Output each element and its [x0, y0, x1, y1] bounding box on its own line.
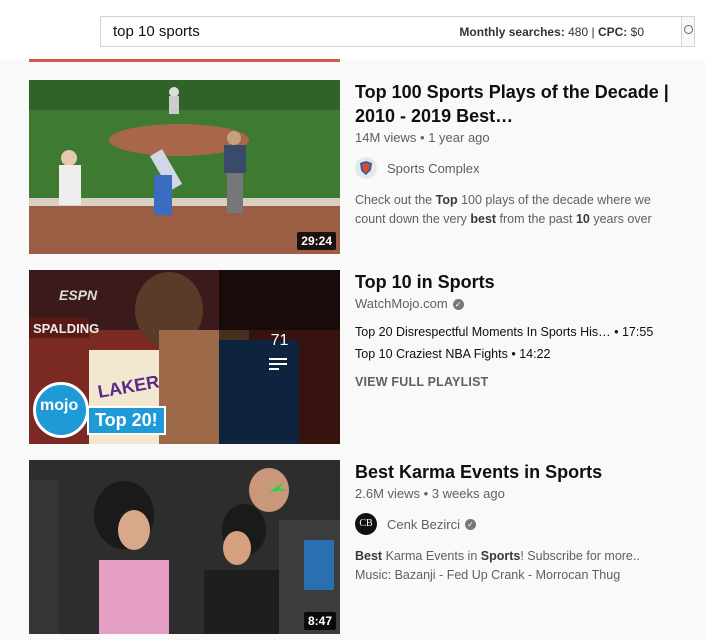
desc-text: Check out the — [355, 193, 436, 207]
monthly-searches-value: 480 — [568, 25, 589, 39]
video-info: Best Karma Events in Sports 2.6M views •… — [355, 460, 695, 585]
playlist-item-duration: 14:22 — [519, 347, 551, 361]
upload-age: 1 year ago — [428, 130, 490, 145]
top-bar: top 10 sports Monthly searches: 480 | CP… — [0, 0, 705, 62]
video-thumbnail[interactable]: 8:47 — [29, 460, 340, 634]
verified-check-icon: ✓ — [464, 518, 476, 530]
watchmojo-logo-text: mojo — [40, 397, 79, 414]
channel-name[interactable]: Cenk Bezirci — [387, 517, 460, 532]
watchmojo-logo-icon: mojo — [33, 382, 89, 438]
view-full-playlist-link[interactable]: VIEW FULL PLAYLIST — [355, 375, 695, 389]
playlist-item-duration: 17:55 — [621, 325, 654, 339]
desc-highlight: best — [470, 212, 497, 226]
desc-highlight: Top — [435, 193, 458, 207]
search-box[interactable]: top 10 sports Monthly searches: 480 | CP… — [100, 16, 695, 47]
playlist-item-title[interactable]: Top 20 Disrespectful Moments In Sports H… — [355, 325, 611, 339]
video-result[interactable]: 29:24 Top 100 Sports Plays of the Decade… — [29, 80, 699, 254]
upload-age: 3 weeks ago — [431, 486, 505, 501]
desc-text: 100 plays of the decade where we — [457, 193, 651, 207]
playlist-result[interactable]: LAKER SPALDING ESPN mojo Top 20! 71 Top … — [29, 270, 699, 444]
video-title[interactable]: Top 100 Sports Plays of the Decade | 201… — [355, 80, 695, 128]
video-result[interactable]: 8:47 Best Karma Events in Sports 2.6M vi… — [29, 460, 699, 634]
svg-text:SPALDING: SPALDING — [33, 321, 99, 336]
view-count: 14M views — [355, 130, 417, 145]
video-description: Check out the Top 100 plays of the decad… — [355, 191, 695, 229]
playlist-thumbnail[interactable]: LAKER SPALDING ESPN mojo Top 20! 71 — [29, 270, 340, 444]
search-button[interactable] — [681, 17, 694, 46]
desc-highlight: Best — [355, 549, 383, 563]
monthly-searches-label: Monthly searches: — [459, 25, 565, 39]
desc-highlight: Sports — [480, 549, 521, 563]
playlist-info: Top 10 in Sports WatchMojo.com ✓ Top 20 D… — [355, 270, 695, 389]
playlist-count: 71 — [270, 332, 289, 349]
playlist-title[interactable]: Top 10 in Sports — [355, 270, 695, 294]
playlist-item[interactable]: Top 10 Craziest NBA Fights • 14:22 — [355, 347, 695, 361]
desc-text: Music: Bazanji - Fed Up Crank - Morrocan… — [355, 568, 621, 582]
view-count: 2.6M views — [355, 486, 421, 501]
desc-highlight: 10 — [575, 212, 590, 226]
desc-text: Karma Events in — [382, 549, 481, 563]
playlist-item-title[interactable]: Top 10 Craziest NBA Fights — [355, 347, 508, 361]
desc-text: years over — [589, 212, 652, 226]
channel-avatar-shield-icon[interactable] — [355, 157, 377, 179]
channel-avatar[interactable]: CB — [355, 513, 377, 535]
desc-text: ! Subscribe for more.. — [520, 549, 640, 563]
video-meta: 14M views • 1 year ago — [355, 130, 490, 145]
playlist-item[interactable]: Top 20 Disrespectful Moments In Sports H… — [355, 325, 695, 339]
channel-row[interactable]: Sports Complex — [355, 157, 695, 179]
search-icon — [684, 25, 693, 34]
desc-text: count down the very — [355, 212, 471, 226]
svg-text:ESPN: ESPN — [59, 287, 98, 303]
cpc-label: CPC: — [597, 25, 628, 39]
verified-check-icon: ✓ — [452, 299, 464, 311]
video-title[interactable]: Best Karma Events in Sports — [355, 460, 695, 484]
video-duration: 8:47 — [303, 612, 336, 630]
cpc-value: $0 — [630, 25, 644, 39]
channel-name[interactable]: Sports Complex — [387, 161, 479, 176]
video-meta: 2.6M views • 3 weeks ago — [355, 486, 505, 501]
channel-row[interactable]: WatchMojo.com ✓ — [355, 296, 695, 311]
video-duration: 29:24 — [297, 232, 336, 250]
channel-name[interactable]: WatchMojo.com — [355, 296, 448, 311]
playlist-icon — [269, 358, 287, 373]
video-thumbnail[interactable]: 29:24 — [29, 80, 340, 254]
keyword-stats: Monthly searches: 480 | CPC: $0 — [459, 25, 644, 39]
playlist-overlay[interactable]: 71 — [219, 270, 340, 444]
thumbnail-badge: Top 20! — [87, 406, 166, 435]
channel-row[interactable]: CB Cenk Bezirci ✓ — [355, 513, 695, 535]
desc-text: from the past — [496, 212, 576, 226]
weigh-in-thumbnail-image — [29, 460, 340, 634]
baseball-thumbnail-image — [29, 80, 340, 254]
video-info: Top 100 Sports Plays of the Decade | 201… — [355, 80, 695, 229]
search-input[interactable]: top 10 sports — [113, 23, 200, 40]
video-description: Best Karma Events in Sports! Subscribe f… — [355, 547, 695, 585]
